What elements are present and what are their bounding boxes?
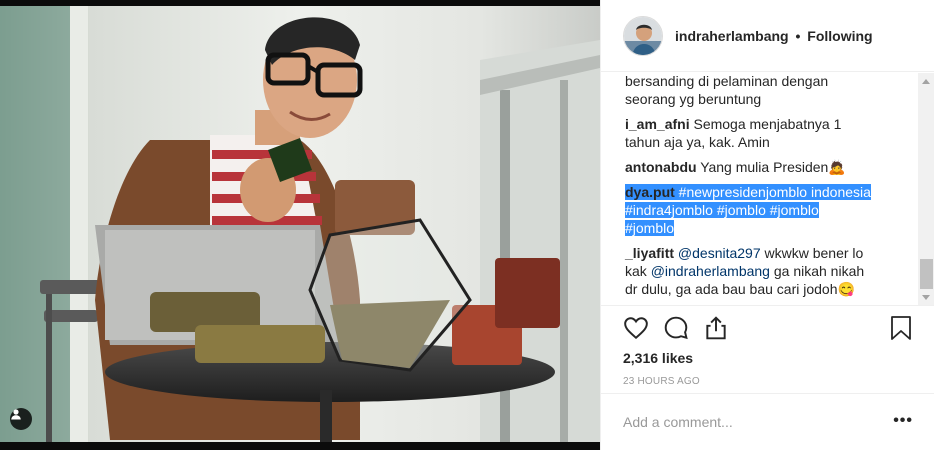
comment-item: antonabdu Yang mulia Presiden🙇 <box>625 158 932 176</box>
comment-username[interactable]: dya.put <box>625 184 675 200</box>
user-tag-button[interactable] <box>10 408 32 430</box>
comments-scroll-content: bersanding di pelaminan dengan seorang y… <box>625 73 932 298</box>
hashtag-link[interactable]: #newpresidenjomblo indonesia <box>678 184 871 200</box>
post-header: indraherlambang • Following <box>601 0 934 72</box>
hashtag-links[interactable]: #indra4jomblo #jomblo #jomblo <box>625 202 819 218</box>
comments-list[interactable]: bersanding di pelaminan dengan seorang y… <box>601 73 934 306</box>
comment-text: Semoga menjabatnya 1 <box>693 116 842 132</box>
comment-line: #indra4jomblo #jomblo #jomblo <box>625 201 895 219</box>
likes-count[interactable]: 2,316 likes <box>623 350 693 366</box>
post-image <box>0 6 600 442</box>
avatar-image <box>624 16 662 55</box>
comment-input[interactable] <box>623 412 873 432</box>
comments-scrollbar[interactable] <box>918 73 934 305</box>
comment-text: dr dulu, ga ada bau bau cari jodoh😋 <box>625 281 855 297</box>
scrollbar-thumb[interactable] <box>920 259 933 289</box>
caption-line: seorang yg beruntung <box>625 91 762 107</box>
comment-line: i_am_afni Semoga menjabatnya 1 <box>625 115 895 133</box>
scroll-up-arrow-icon[interactable] <box>922 79 930 84</box>
comment-line: #jomblo <box>625 219 895 237</box>
mention-link[interactable]: @desnita297 <box>678 245 761 261</box>
scroll-down-arrow-icon[interactable] <box>922 295 930 300</box>
comment-username[interactable]: i_am_afni <box>625 116 690 132</box>
comment-line: kak @indraherlambang ga nikah nikah <box>625 262 895 280</box>
more-options-button[interactable]: ••• <box>893 413 913 429</box>
comment-item: i_am_afni Semoga menjabatnya 1 tahun aja… <box>625 115 932 151</box>
heart-icon[interactable] <box>623 315 649 341</box>
comment-line: dya.put #newpresidenjomblo indonesia <box>625 183 895 201</box>
post-sidebar: indraherlambang • Following bersanding d… <box>600 0 934 450</box>
username-link[interactable]: indraherlambang <box>675 28 789 44</box>
add-comment-section: ••• <box>601 393 934 450</box>
share-icon[interactable] <box>703 315 729 341</box>
comment-username[interactable]: _liyafitt <box>625 245 674 261</box>
mention-link[interactable]: @indraherlambang <box>651 263 770 279</box>
comment-text: ga nikah nikah <box>769 263 865 279</box>
comment-icon[interactable] <box>663 315 689 341</box>
following-button[interactable]: Following <box>807 28 872 44</box>
post-actions <box>601 307 934 351</box>
comment-item: _liyafitt @desnita297 wkwkw bener lo kak… <box>625 244 932 298</box>
comment-line: antonabdu Yang mulia Presiden🙇 <box>625 158 895 176</box>
post-photo[interactable] <box>0 0 600 450</box>
header-text: indraherlambang • Following <box>675 28 873 44</box>
header-separator: • <box>795 27 801 44</box>
comment-text: tahun aja ya, kak. Amin <box>625 134 770 150</box>
comment-text: Yang mulia Presiden🙇 <box>700 159 846 175</box>
bookmark-icon[interactable] <box>889 315 913 341</box>
hashtag-link[interactable]: #jomblo <box>625 220 675 236</box>
comment-line: _liyafitt @desnita297 wkwkw bener lo <box>625 244 895 262</box>
comment-text: wkwkw bener lo <box>760 245 864 261</box>
comment-username[interactable]: antonabdu <box>625 159 697 175</box>
comment-text: kak <box>625 263 651 279</box>
caption-line: bersanding di pelaminan dengan <box>625 73 829 89</box>
user-tag-icon <box>11 409 21 420</box>
comment-item: dya.put #newpresidenjomblo indonesia #in… <box>625 183 932 237</box>
post-timestamp[interactable]: 23 HOURS AGO <box>623 376 700 387</box>
avatar[interactable] <box>623 15 663 56</box>
